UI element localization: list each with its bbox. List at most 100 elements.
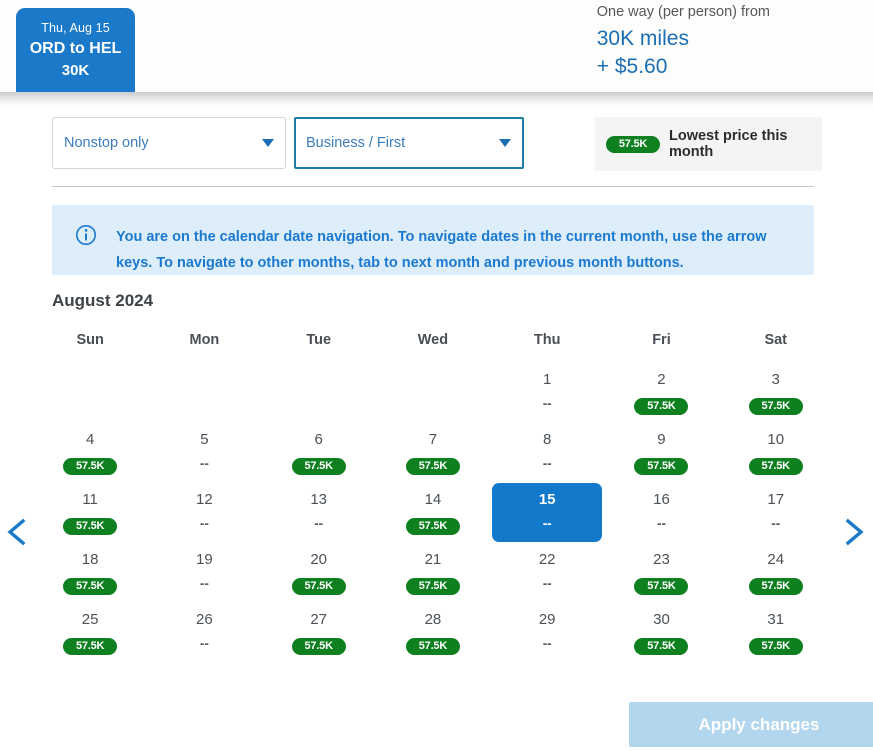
next-month-button[interactable] — [839, 512, 869, 552]
calendar-day-price-wrap: 57.5K — [606, 451, 716, 475]
calendar-day-price-wrap: 57.5K — [721, 391, 831, 415]
calendar-day-cell: 28 57.5K — [376, 603, 490, 663]
calendar-weekday-cell: Thu — [490, 328, 604, 363]
calendar-day-cell: 14 57.5K — [376, 483, 490, 543]
calendar-day-number: 17 — [767, 491, 785, 508]
calendar-day-cell — [33, 363, 147, 423]
calendar-day-button[interactable]: 23 57.5K — [606, 543, 716, 602]
calendar-day-number: 10 — [767, 431, 785, 448]
calendar-day-price-badge: 57.5K — [405, 638, 460, 655]
calendar-weekday-header: Sun Mon Tue Wed Thu Fri Sat — [33, 328, 833, 363]
calendar-day-number: 22 — [538, 551, 556, 568]
calendar-day-button[interactable]: 21 57.5K — [378, 543, 488, 602]
calendar-day-button[interactable]: 17 -- — [721, 483, 831, 542]
calendar-day-button[interactable]: 18 57.5K — [35, 543, 145, 602]
calendar-day-price-badge: 57.5K — [405, 578, 460, 595]
award-calendar-page: Thu, Aug 15 ORD to HEL 30K One way (per … — [0, 0, 873, 751]
calendar-weekday-label: Mon — [189, 332, 220, 348]
calendar-day-price-wrap: 57.5K — [606, 391, 716, 415]
calendar-day-button[interactable]: 20 57.5K — [264, 543, 374, 602]
chevron-down-icon — [499, 139, 511, 147]
calendar-day-cell: 4 57.5K — [33, 423, 147, 483]
price-fee: + $5.60 — [596, 55, 668, 78]
calendar-day-price-wrap: 57.5K — [35, 451, 145, 475]
calendar-day-empty — [149, 363, 259, 422]
previous-month-button[interactable] — [2, 512, 32, 552]
calendar-day-no-price: -- — [542, 576, 552, 591]
calendar-day-button[interactable]: 3 57.5K — [721, 363, 831, 422]
calendar-day-price-badge: 57.5K — [63, 578, 118, 595]
calendar-day-cell: 5 -- — [147, 423, 261, 483]
trip-summary-card[interactable]: Thu, Aug 15 ORD to HEL 30K — [16, 8, 135, 92]
calendar-day-price-badge: 57.5K — [405, 518, 460, 535]
calendar-day-cell — [262, 363, 376, 423]
calendar-day-button[interactable]: 14 57.5K — [378, 483, 488, 542]
calendar-day-number: 26 — [196, 611, 213, 628]
apply-changes-button[interactable]: Apply changes — [629, 702, 873, 747]
calendar-day-button[interactable]: 24 57.5K — [721, 543, 831, 602]
calendar-day-cell: 16 -- — [604, 483, 718, 543]
calendar-day-cell: 8 -- — [490, 423, 604, 483]
calendar-day-button[interactable]: 25 57.5K — [35, 603, 145, 662]
calendar-week-row: 1 -- 2 57.5K 3 57.5K — [33, 363, 833, 423]
calendar-day-button[interactable]: 1 -- — [492, 363, 602, 422]
calendar-day-number: 12 — [196, 491, 213, 508]
calendar-day-no-price: -- — [771, 516, 781, 531]
calendar-day-selected[interactable]: 15 -- — [492, 483, 603, 542]
calendar-navigation-info-banner: You are on the calendar date navigation.… — [52, 205, 814, 275]
calendar-day-cell: 6 57.5K — [262, 423, 376, 483]
calendar-day-number: 19 — [196, 551, 213, 568]
calendar-day-number: 15 — [538, 491, 556, 508]
calendar-day-number: 3 — [771, 371, 780, 388]
calendar-day-button[interactable]: 27 57.5K — [264, 603, 374, 662]
calendar-day-number: 30 — [653, 611, 670, 628]
calendar-day-button[interactable]: 28 57.5K — [378, 603, 488, 662]
calendar-day-button[interactable]: 8 -- — [492, 423, 602, 482]
calendar-day-cell: 22 -- — [490, 543, 604, 603]
calendar-day-price-wrap: 57.5K — [264, 571, 374, 595]
trip-route: ORD to HEL — [29, 40, 122, 57]
calendar-day-number: 21 — [424, 551, 442, 568]
calendar-day-button[interactable]: 9 57.5K — [606, 423, 716, 482]
calendar-day-price-badge: 57.5K — [634, 638, 689, 655]
price-label: One way (per person) from — [596, 4, 770, 20]
calendar-day-button[interactable]: 26 -- — [149, 603, 259, 662]
calendar-day-button[interactable]: 22 -- — [492, 543, 602, 602]
chevron-down-icon — [262, 139, 274, 147]
calendar-day-number: 5 — [200, 431, 209, 448]
calendar-day-button[interactable]: 11 57.5K — [35, 483, 145, 542]
calendar-day-button[interactable]: 19 -- — [149, 543, 259, 602]
calendar-weekday-cell: Sat — [719, 328, 833, 363]
calendar-day-price-badge: 57.5K — [405, 458, 460, 475]
calendar-day-button[interactable]: 31 57.5K — [721, 603, 831, 662]
calendar-day-button[interactable]: 10 57.5K — [721, 423, 831, 482]
calendar-day-button[interactable]: 5 -- — [149, 423, 259, 482]
calendar-day-button[interactable]: 4 57.5K — [35, 423, 145, 482]
calendar-day-button[interactable]: 29 -- — [492, 603, 602, 662]
calendar-weekday-label: Tue — [306, 332, 332, 348]
calendar-day-cell: 12 -- — [147, 483, 261, 543]
cabin-select[interactable]: Business / First — [294, 117, 524, 169]
calendar-day-button[interactable]: 7 57.5K — [378, 423, 488, 482]
calendar-month-title: August 2024 — [52, 291, 154, 310]
calendar-day-button[interactable]: 12 -- — [149, 483, 259, 542]
calendar-week-row: 11 57.5K 12 -- 13 -- 14 57.5K 15 -- 16 -- 17 -- — [33, 483, 833, 543]
price-miles: 30K miles — [596, 27, 689, 50]
stops-select[interactable]: Nonstop only — [52, 117, 286, 169]
calendar-day-price-wrap: 57.5K — [35, 511, 145, 535]
calendar-day-cell: 20 57.5K — [262, 543, 376, 603]
calendar-day-button[interactable]: 2 57.5K — [606, 363, 716, 422]
calendar-day-price-badge: 57.5K — [63, 638, 118, 655]
calendar-day-button[interactable]: 16 -- — [606, 483, 716, 542]
trip-date: Thu, Aug 15 — [41, 21, 110, 35]
calendar-day-button[interactable]: 13 -- — [264, 483, 374, 542]
calendar-day-cell: 11 57.5K — [33, 483, 147, 543]
calendar-weekday-label: Sat — [764, 332, 788, 348]
calendar-day-cell: 27 57.5K — [262, 603, 376, 663]
calendar-day-cell: 31 57.5K — [719, 603, 833, 663]
calendar-day-button[interactable]: 6 57.5K — [264, 423, 374, 482]
calendar-day-button[interactable]: 30 57.5K — [606, 603, 716, 662]
chevron-left-icon — [7, 518, 26, 546]
calendar-day-no-price: -- — [314, 516, 324, 531]
calendar-day-price-wrap: 57.5K — [264, 451, 374, 475]
